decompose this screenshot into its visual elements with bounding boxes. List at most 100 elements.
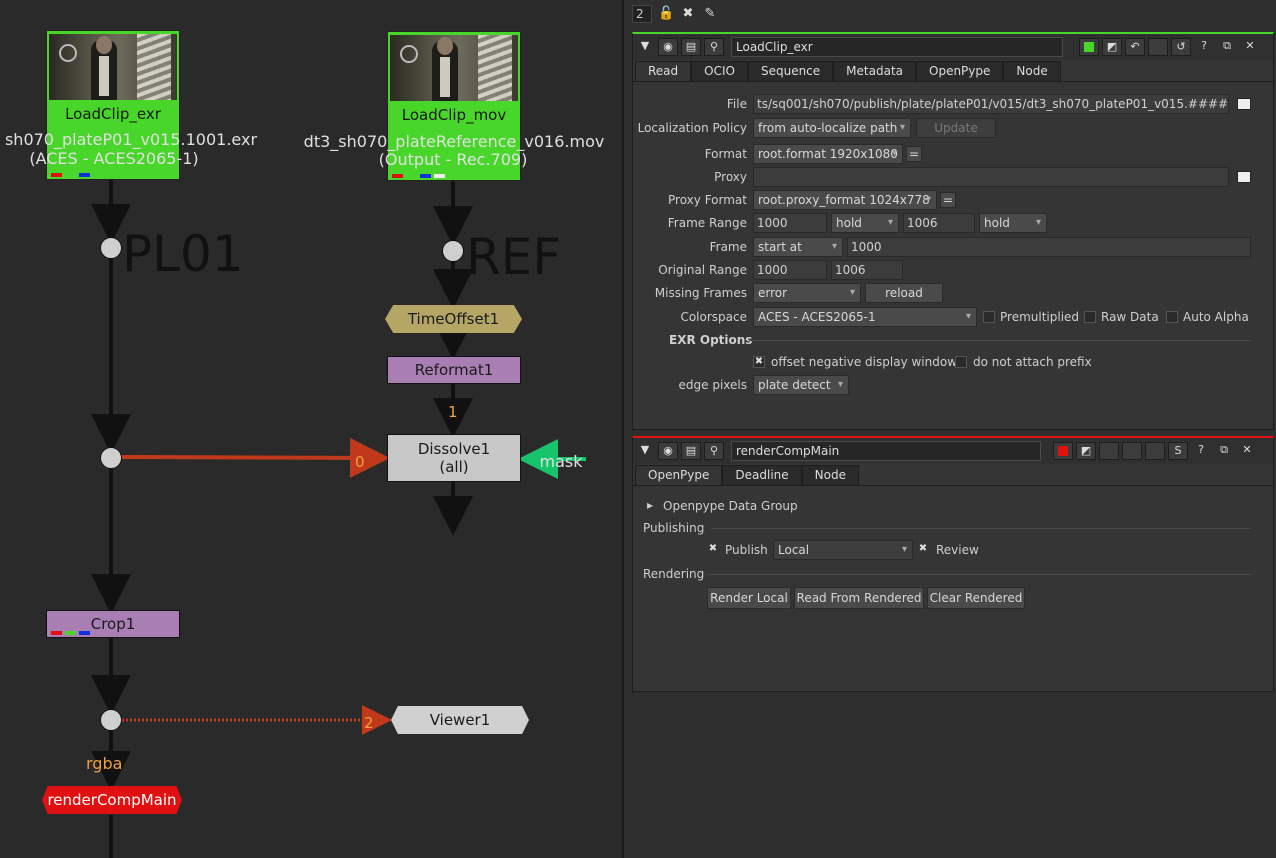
undo-icon[interactable]: ↶ (1125, 38, 1145, 56)
file-field[interactable]: ts/sq001/sh070/publish/plate/plateP01/v0… (753, 94, 1229, 114)
read-from-rendered-button[interactable]: Read From Rendered (794, 587, 924, 609)
close-icon[interactable]: ✕ (1240, 38, 1260, 56)
raw-data-checkbox[interactable] (1084, 311, 1096, 323)
premultiplied-checkbox[interactable] (983, 311, 995, 323)
tab-metadata[interactable]: Metadata (833, 61, 916, 81)
revert-icon[interactable]: ↺ (1171, 38, 1191, 56)
proxy-format-equals-button[interactable]: = (940, 192, 956, 208)
file-label: File (726, 97, 747, 111)
frame-start-field[interactable]: 1000 (753, 213, 827, 233)
channel-chips (51, 631, 90, 635)
clear-panels-icon[interactable]: ✖ (680, 6, 696, 22)
folder-icon[interactable] (1237, 171, 1251, 183)
tab-read[interactable]: Read (635, 61, 692, 81)
dot-node-pl01[interactable] (100, 237, 122, 259)
undo-icon[interactable] (1099, 442, 1119, 460)
write-node[interactable]: renderCompMain (42, 786, 182, 814)
script-icon[interactable]: S (1168, 442, 1188, 460)
offset-negative-checkbox[interactable]: ✖ (753, 356, 765, 368)
help-node-icon[interactable]: ⚲ (704, 38, 724, 56)
node-name-field[interactable]: renderCompMain (731, 441, 1041, 461)
tab-node[interactable]: Node (1003, 61, 1061, 81)
help-icon[interactable]: ? (1191, 442, 1211, 460)
node-label: LoadClip_exr (65, 105, 161, 123)
node-label: Reformat1 (414, 361, 494, 379)
node-label: LoadClip_mov (401, 106, 507, 124)
read-colorspace-text: (Output - Rec.709) (378, 150, 528, 169)
collapse-icon[interactable]: ▼ (635, 442, 655, 460)
help-icon[interactable]: ? (1194, 38, 1214, 56)
original-range-label: Original Range (658, 263, 747, 277)
publish-checkbox[interactable]: ✖ (707, 544, 719, 556)
pencil-icon[interactable]: ✎ (702, 6, 718, 22)
frame-mode-dropdown[interactable]: start at (753, 237, 843, 257)
clear-rendered-button[interactable]: Clear Rendered (927, 587, 1025, 609)
lock-icon[interactable]: 🔓 (658, 6, 674, 22)
node-color-icon[interactable] (1079, 38, 1099, 56)
close-icon[interactable]: ✕ (1237, 442, 1257, 460)
redo-icon[interactable] (1148, 38, 1168, 56)
format-dropdown[interactable]: root.format 1920x1080 (753, 144, 903, 164)
frame-start-mode-dropdown[interactable]: hold (831, 213, 899, 233)
proxy-format-dropdown[interactable]: root.proxy_format 1024x778 (753, 190, 937, 210)
revert-icon[interactable] (1145, 442, 1165, 460)
dot-node-ref[interactable] (442, 240, 464, 262)
tab-sequence[interactable]: Sequence (747, 61, 834, 81)
frame-end-mode-dropdown[interactable]: hold (979, 213, 1047, 233)
properties-toolbar: 2 🔓 ✖ ✎ (624, 0, 1276, 28)
gl-color-icon[interactable]: ◩ (1076, 442, 1096, 460)
dissolve-node[interactable]: Dissolve1 (all) (387, 434, 521, 482)
gl-color-icon[interactable]: ◩ (1102, 38, 1122, 56)
data-group-label[interactable]: Openpype Data Group (663, 499, 798, 513)
edge-pixels-dropdown[interactable]: plate detect (753, 375, 849, 395)
panel-header: ▼ ◉ ▤ ⚲ LoadClip_exr ◩ ↶ ↺ ? ⧉ ✕ (633, 34, 1273, 60)
localization-dropdown[interactable]: from auto-localize path (753, 118, 911, 138)
node-graph[interactable]: LoadClip_exr sh070_plateP01_v015.1001.ex… (0, 0, 622, 858)
node-tab-icon[interactable]: ▤ (681, 38, 701, 56)
tab-deadline[interactable]: Deadline (722, 465, 802, 485)
tab-openpype[interactable]: OpenPype (635, 465, 723, 485)
crop-node[interactable]: Crop1 (46, 610, 180, 638)
max-panels-field[interactable]: 2 (632, 5, 652, 23)
colorspace-dropdown[interactable]: ACES - ACES2065-1 (753, 307, 977, 327)
node-tab-icon[interactable]: ▤ (681, 442, 701, 460)
node-name-field[interactable]: LoadClip_exr (731, 37, 1063, 57)
publish-target-dropdown[interactable]: Local (773, 540, 913, 560)
reload-button[interactable]: reload (865, 283, 943, 303)
center-node-icon[interactable]: ◉ (658, 442, 678, 460)
viewer-node[interactable]: Viewer1 (391, 706, 529, 734)
frame-end-field[interactable]: 1006 (903, 213, 975, 233)
dot-node-pl01-branch[interactable] (100, 447, 122, 469)
auto-alpha-checkbox[interactable] (1166, 311, 1178, 323)
folder-icon[interactable] (1237, 98, 1251, 110)
proxy-field[interactable] (753, 167, 1229, 187)
missing-frames-dropdown[interactable]: error (753, 283, 861, 303)
help-node-icon[interactable]: ⚲ (704, 442, 724, 460)
review-checkbox[interactable]: ✖ (917, 544, 929, 556)
channel-chips (392, 174, 445, 178)
format-equals-button[interactable]: = (906, 146, 922, 162)
offset-negative-label: offset negative display window (771, 355, 958, 369)
collapse-icon[interactable]: ▼ (635, 38, 655, 56)
viewer-input-label: 2 (364, 714, 374, 732)
render-local-button[interactable]: Render Local (707, 587, 791, 609)
tab-node[interactable]: Node (801, 465, 859, 485)
timeoffset-node[interactable]: TimeOffset1 (385, 305, 522, 333)
node-color-icon[interactable] (1053, 442, 1073, 460)
dot-node-crop[interactable] (100, 709, 122, 731)
update-button[interactable]: Update (916, 118, 996, 138)
tab-openpype[interactable]: OpenPype (916, 61, 1004, 81)
frame-field[interactable]: 1000 (847, 237, 1251, 257)
original-end-field[interactable]: 1006 (831, 260, 903, 280)
original-start-field[interactable]: 1000 (753, 260, 827, 280)
redo-icon[interactable] (1122, 442, 1142, 460)
node-label: renderCompMain (47, 791, 177, 809)
no-prefix-checkbox[interactable] (955, 356, 967, 368)
float-panel-icon[interactable]: ⧉ (1214, 442, 1234, 460)
center-node-icon[interactable]: ◉ (658, 38, 678, 56)
data-group-expander[interactable]: ▸ (647, 498, 653, 512)
premultiplied-label: Premultiplied (1000, 310, 1080, 324)
tab-ocio[interactable]: OCIO (691, 61, 748, 81)
reformat-node[interactable]: Reformat1 (387, 356, 521, 384)
float-panel-icon[interactable]: ⧉ (1217, 38, 1237, 56)
